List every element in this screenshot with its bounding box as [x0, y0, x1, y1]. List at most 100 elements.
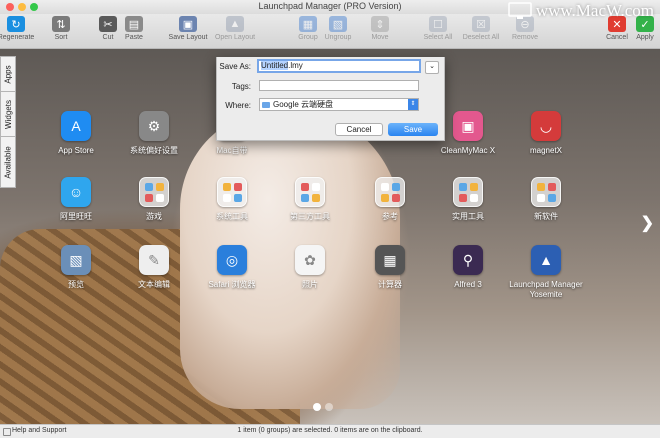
app-label: 阿里旺旺: [60, 212, 92, 221]
app-item[interactable]: ▧ 预览: [34, 245, 118, 290]
folder-icon: [531, 177, 561, 207]
app-item[interactable]: ▲ Launchpad Manager Yosemite: [504, 245, 588, 300]
photos-icon: ✿: [295, 245, 325, 275]
status-bar: Help and Support 1 item (0 groups) are s…: [0, 424, 660, 438]
safari-icon: ◎: [217, 245, 247, 275]
folder-item[interactable]: 实用工具: [426, 177, 510, 222]
open-layout-button[interactable]: ▲ Open Layout: [210, 16, 260, 41]
toolbar-label: Paste: [125, 34, 143, 41]
folder-item[interactable]: 新软件: [504, 177, 588, 222]
app-label: magnetX: [529, 146, 563, 155]
toolbar-label: Sort: [54, 34, 68, 41]
page-dot-2[interactable]: [325, 403, 333, 411]
deselect-all-icon: ☒: [472, 16, 490, 32]
folder-icon: [217, 177, 247, 207]
save-as-field[interactable]: Untitled.lmy: [257, 59, 421, 73]
app-item[interactable]: ◎ Safari 浏览器: [190, 245, 274, 290]
deselect-all-button[interactable]: ☒ Deselect All: [456, 16, 506, 41]
app-label: 照片: [302, 280, 318, 289]
app-item[interactable]: ⚙ 系统偏好设置: [112, 111, 196, 156]
app-item[interactable]: ✿ 照片: [268, 245, 352, 290]
regenerate-icon: ↻: [7, 16, 25, 32]
cleanmymac-icon: ▣: [453, 111, 483, 141]
app-label: 系统偏好设置: [130, 146, 178, 155]
app-label: 参考: [382, 212, 398, 221]
paste-icon: ▤: [125, 16, 143, 32]
toolbar-label: Ungroup: [324, 34, 352, 41]
paste-button[interactable]: ▤ Paste: [109, 16, 159, 41]
folder-icon: [139, 177, 169, 207]
popup-arrows-icon: ⇕: [408, 99, 418, 110]
next-page-arrow-icon[interactable]: ❯: [641, 213, 654, 233]
status-message: 1 item (0 groups) are selected. 0 items …: [237, 427, 423, 434]
move-icon: ⇕: [371, 16, 389, 32]
preview-icon: ▧: [61, 245, 91, 275]
app-item[interactable]: ☺ 阿里旺旺: [34, 177, 118, 222]
calculator-icon: ▦: [375, 245, 405, 275]
save-layout-icon: ▣: [179, 16, 197, 32]
save-button[interactable]: Save: [388, 123, 438, 136]
where-select[interactable]: Google 云端硬盘 ⇕: [259, 98, 419, 111]
folder-item[interactable]: 第三方工具: [268, 177, 352, 222]
tab-apps[interactable]: Apps: [0, 56, 16, 92]
app-store-icon: A: [61, 111, 91, 141]
folder-icon: [453, 177, 483, 207]
filename-extension: .lmy: [288, 61, 303, 70]
monitor-icon: [508, 2, 532, 19]
toolbar-label: Regenerate: [0, 34, 35, 41]
folder-item[interactable]: 系统工具: [190, 177, 274, 222]
app-label: 游戏: [146, 212, 162, 221]
app-item[interactable]: ✎ 文本编辑: [112, 245, 196, 290]
where-label: Where:: [225, 101, 251, 110]
app-label: 预览: [68, 280, 84, 289]
textedit-icon: ✎: [139, 245, 169, 275]
system-preferences-icon: ⚙: [139, 111, 169, 141]
app-label: 系统工具: [216, 212, 248, 221]
rocket-icon: ▲: [531, 245, 561, 275]
move-button[interactable]: ⇕ Move: [355, 16, 405, 41]
app-label: 第三方工具: [290, 212, 330, 221]
tab-widgets[interactable]: Widgets: [0, 91, 16, 137]
toolbar-label: Select All: [423, 34, 453, 41]
alfred-icon: ⚲: [453, 245, 483, 275]
expand-dialog-button[interactable]: ⌄: [425, 61, 439, 74]
folder-icon: [262, 101, 270, 108]
cancel-button[interactable]: Cancel: [335, 123, 383, 136]
app-label: Launchpad Manager Yosemite: [509, 280, 583, 299]
app-label: Alfred 3: [454, 280, 482, 289]
app-label: 新软件: [534, 212, 558, 221]
select-all-icon: ☐: [429, 16, 447, 32]
filename-selected: Untitled: [261, 61, 289, 70]
app-label: App Store: [58, 146, 94, 155]
app-label: 实用工具: [452, 212, 484, 221]
aliwangwang-icon: ☺: [61, 177, 91, 207]
toolbar-label: Move: [371, 34, 389, 41]
tags-field[interactable]: [259, 80, 419, 91]
app-item[interactable]: ⚲ Alfred 3: [426, 245, 510, 290]
app-item[interactable]: ◡ magnetX: [504, 111, 588, 156]
sort-button[interactable]: ⇅ Sort: [36, 16, 86, 41]
page-indicator: [313, 403, 333, 411]
where-value: Google 云端硬盘: [273, 100, 334, 109]
tab-available[interactable]: Available: [0, 136, 16, 188]
app-label: Mac自带: [216, 146, 248, 155]
open-layout-icon: ▲: [226, 16, 244, 32]
toolbar-label: Deselect All: [462, 34, 500, 41]
folder-item[interactable]: 参考: [348, 177, 432, 222]
folder-item[interactable]: 游戏: [112, 177, 196, 222]
ungroup-icon: ▧: [329, 16, 347, 32]
app-label: Safari 浏览器: [208, 280, 256, 289]
page-dot-1[interactable]: [313, 403, 321, 411]
regenerate-button[interactable]: ↻ Regenerate: [0, 16, 41, 41]
folder-icon: [295, 177, 325, 207]
magnet-icon: ◡: [531, 111, 561, 141]
sort-icon: ⇅: [52, 16, 70, 32]
toolbar-label: Remove: [511, 34, 539, 41]
toolbar-label: Apply: [636, 34, 654, 41]
toolbar-label: Save Layout: [168, 34, 208, 41]
app-item[interactable]: ▦ 计算器: [348, 245, 432, 290]
save-layout-button[interactable]: ▣ Save Layout: [163, 16, 213, 41]
app-item[interactable]: A App Store: [34, 111, 118, 156]
tags-label: Tags:: [231, 82, 251, 91]
watermark: www.MacW.com: [508, 0, 654, 22]
